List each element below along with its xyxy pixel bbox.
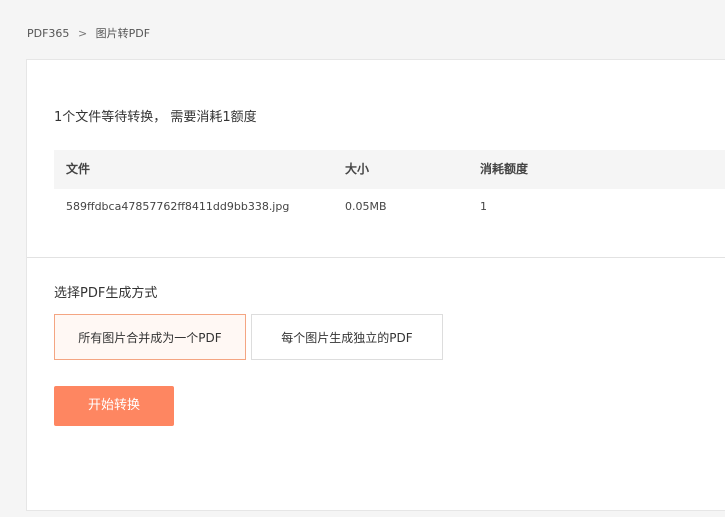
option-separate-pdf-per-image[interactable]: 每个图片生成独立的PDF (251, 314, 443, 360)
conversion-panel: 1个文件等待转换， 需要消耗1额度 文件 大小 消耗额度 589ffdbca47… (26, 59, 725, 511)
file-quota-cell: 1 (480, 200, 487, 213)
breadcrumb-current: 图片转PDF (95, 27, 151, 40)
table-header: 文件 大小 消耗额度 (54, 150, 725, 189)
start-conversion-button[interactable]: 开始转换 (54, 386, 174, 426)
column-header-file: 文件 (66, 162, 91, 176)
file-name-cell: 589ffdbca47857762ff8411dd9bb338.jpg (66, 200, 290, 213)
column-header-size: 大小 (345, 162, 370, 176)
file-size-cell: 0.05MB (345, 200, 387, 213)
table-row: 589ffdbca47857762ff8411dd9bb338.jpg 0.05… (54, 189, 725, 227)
breadcrumb: PDF365 > 图片转PDF (27, 25, 150, 41)
breadcrumb-home-link[interactable]: PDF365 (27, 27, 69, 40)
option-merge-into-one-pdf[interactable]: 所有图片合并成为一个PDF (54, 314, 246, 360)
conversion-summary: 1个文件等待转换， 需要消耗1额度 (54, 110, 257, 125)
file-table: 文件 大小 消耗额度 589ffdbca47857762ff8411dd9bb3… (54, 150, 725, 227)
column-header-quota: 消耗额度 (480, 162, 529, 176)
section-divider (27, 257, 725, 258)
mode-title: 选择PDF生成方式 (54, 286, 158, 301)
breadcrumb-separator: > (77, 27, 88, 40)
